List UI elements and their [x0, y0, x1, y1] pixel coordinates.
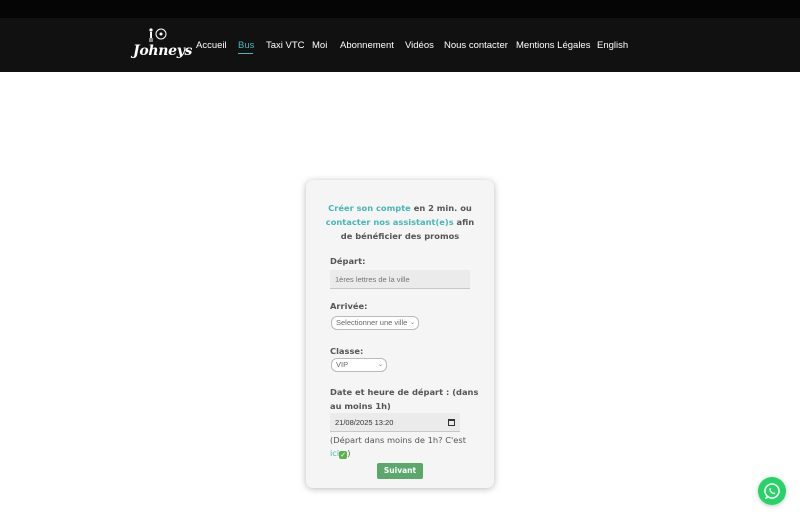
top-strip: [0, 0, 800, 18]
nav-item-taxi-vtc[interactable]: Taxi VTC: [266, 40, 305, 51]
logo-mark-icon: [149, 28, 167, 42]
nav-item-moi[interactable]: Moi: [312, 40, 327, 51]
whatsapp-button[interactable]: [758, 477, 786, 505]
intro-text-1: en 2 min. ou: [410, 203, 472, 213]
whatsapp-icon: [764, 483, 780, 500]
nav-active-underline: [238, 53, 253, 54]
booking-form-card: Créer son compte en 2 min. ou contacter …: [306, 180, 494, 488]
navbar: Johneys Accueil Bus Taxi VTC Moi Abonnem…: [0, 18, 800, 72]
class-selected-value: VIP: [336, 360, 349, 369]
datetime-label-line1: Date et heure de départ : (dans: [330, 387, 479, 397]
calendar-icon[interactable]: [448, 419, 455, 426]
note-prefix: (Départ dans moins de 1h? C'est: [330, 435, 466, 445]
datetime-label: Date et heure de départ : (dans au moins…: [330, 385, 478, 413]
brand-name: Johneys: [133, 43, 193, 59]
promo-intro: Créer son compte en 2 min. ou contacter …: [306, 201, 494, 243]
intro-text-3: de bénéficier des promos: [340, 231, 460, 241]
chevron-down-icon: ⌄: [409, 320, 415, 326]
contact-assistants-link[interactable]: contacter nos assistant(e)s: [326, 217, 454, 227]
nav-item-abonnement[interactable]: Abonnement: [340, 40, 394, 51]
create-account-link[interactable]: Créer son compte: [328, 203, 411, 213]
nav-item-english[interactable]: English: [597, 40, 628, 51]
nav-item-accueil[interactable]: Accueil: [196, 40, 227, 51]
next-button[interactable]: Suivant: [377, 463, 423, 479]
departure-label: Départ:: [330, 256, 366, 266]
short-notice-note: (Départ dans moins de 1h? C'est ici✓): [330, 434, 480, 460]
class-label: Classe:: [330, 346, 364, 356]
intro-text-2: afin: [453, 217, 475, 227]
datetime-label-line2: au moins 1h): [330, 401, 391, 411]
arrival-select[interactable]: Selectionner une ville ⌄: [331, 316, 419, 330]
note-suffix: ): [347, 448, 351, 458]
arrival-label: Arrivée:: [330, 301, 368, 311]
departure-input[interactable]: [330, 270, 470, 289]
datetime-input[interactable]: 21/08/2025 13:20: [330, 413, 460, 432]
short-notice-link[interactable]: ici: [330, 448, 339, 458]
class-select[interactable]: VIP ⌄: [331, 358, 387, 372]
brand-logo[interactable]: Johneys: [133, 27, 192, 65]
nav-item-bus[interactable]: Bus: [238, 40, 254, 51]
chevron-down-icon: ⌄: [377, 362, 383, 368]
check-icon: ✓: [339, 451, 348, 459]
datetime-value: 21/08/2025 13:20: [335, 418, 394, 427]
arrival-selected-value: Selectionner une ville: [336, 318, 408, 327]
nav-item-nous-contacter[interactable]: Nous contacter: [444, 40, 508, 51]
nav-item-mentions-legales[interactable]: Mentions Légales: [516, 40, 590, 51]
nav-item-videos[interactable]: Vidéos: [405, 40, 434, 51]
